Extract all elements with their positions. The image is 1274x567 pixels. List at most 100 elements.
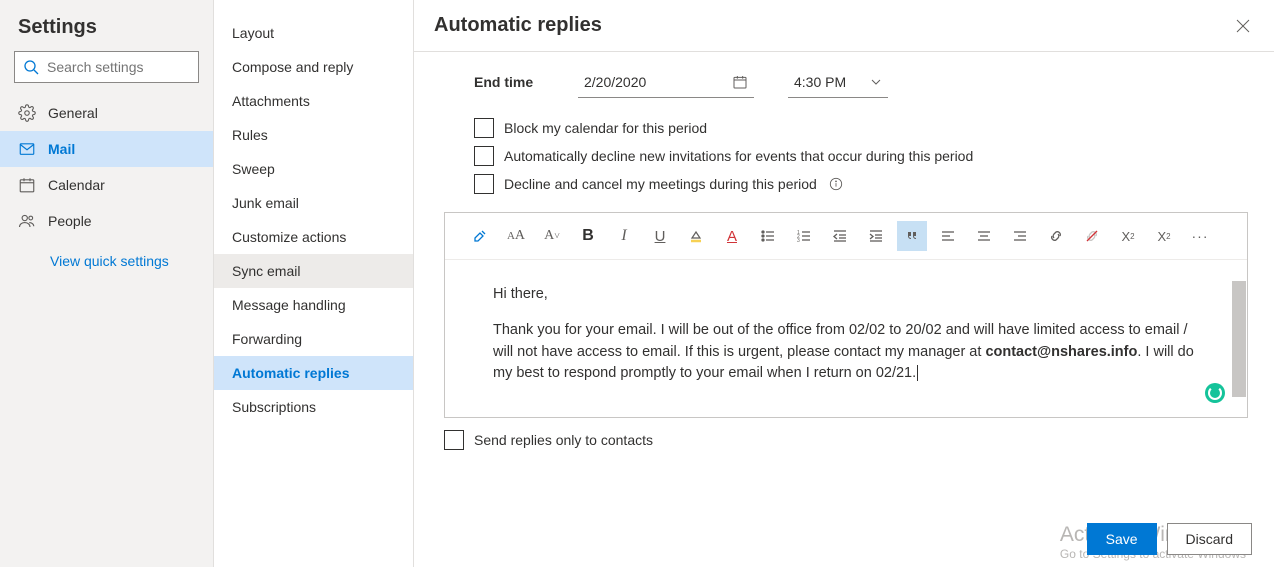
mid-item-compose[interactable]: Compose and reply [214,50,413,84]
link-icon [1048,228,1064,244]
search-settings-input[interactable] [47,59,190,75]
underline-button[interactable]: U [645,221,675,251]
panel-body: End time 2/20/2020 4:30 PM Block my cale… [414,52,1274,567]
align-left-icon [940,228,956,244]
nav-label: Calendar [48,177,105,193]
view-quick-settings-link[interactable]: View quick settings [0,239,213,269]
mid-item-rules[interactable]: Rules [214,118,413,152]
font-color-button[interactable]: A [717,221,747,251]
checkbox-decline-cancel[interactable] [474,174,494,194]
quote-button[interactable] [897,221,927,251]
font-size-decrease-button[interactable]: A˅ [537,221,567,251]
end-time-field[interactable]: 4:30 PM [788,66,888,98]
number-list-button[interactable]: 123 [789,221,819,251]
save-button[interactable]: Save [1087,523,1157,555]
settings-title: Settings [0,10,213,51]
main-panel: Automatic replies End time 2/20/2020 4:3… [414,0,1274,567]
chevron-down-icon [870,76,882,88]
end-time-row: End time 2/20/2020 4:30 PM [474,66,1248,98]
opt-block-calendar: Block my calendar for this period [474,118,1248,138]
calendar-icon [18,176,36,194]
footer-buttons: Save Discard [1087,523,1252,555]
message-email: contact@nshares.info [985,344,1137,360]
search-icon [23,59,39,75]
opt-label: Decline and cancel my meetings during th… [504,176,817,192]
nav-label: People [48,213,92,229]
highlight-button[interactable] [681,221,711,251]
indent-icon [868,228,884,244]
message-body: Thank you for your email. I will be out … [493,320,1199,385]
send-contacts-row: Send replies only to contacts [444,430,1248,450]
panel-title: Automatic replies [434,14,602,37]
nav-general[interactable]: General [0,95,213,131]
discard-button[interactable]: Discard [1167,523,1252,555]
align-right-button[interactable] [1005,221,1035,251]
settings-sidebar: Settings General Mail Calendar People Vi… [0,0,214,567]
unlink-button[interactable] [1077,221,1107,251]
bullet-list-button[interactable] [753,221,783,251]
nav-mail[interactable]: Mail [0,131,213,167]
end-date-field[interactable]: 2/20/2020 [578,66,754,98]
nav-label: Mail [48,141,75,157]
reply-editor: AA A˅ B I U A 123 X2 [444,212,1248,418]
bullet-list-icon [760,228,776,244]
link-button[interactable] [1041,221,1071,251]
editor-body[interactable]: Hi there, Thank you for your email. I wi… [445,260,1247,417]
opt-label: Block my calendar for this period [504,120,707,136]
end-time-label: End time [474,74,544,90]
paint-icon [472,228,488,244]
superscript-button[interactable]: X2 [1113,221,1143,251]
checkbox-contacts-only[interactable] [444,430,464,450]
opt-decline-cancel: Decline and cancel my meetings during th… [474,174,1248,194]
more-options-button[interactable]: ··· [1185,221,1215,251]
scrollbar-thumb[interactable] [1232,281,1246,397]
quote-icon [904,228,920,244]
outdent-button[interactable] [825,221,855,251]
mail-icon [18,140,36,158]
unlink-icon [1084,228,1100,244]
opt-decline-new: Automatically decline new invitations fo… [474,146,1248,166]
grammarly-icon[interactable] [1205,383,1225,403]
checkbox-block-calendar[interactable] [474,118,494,138]
send-contacts-label: Send replies only to contacts [474,432,653,448]
mid-item-sweep[interactable]: Sweep [214,152,413,186]
mid-item-junk[interactable]: Junk email [214,186,413,220]
align-center-icon [976,228,992,244]
outdent-icon [832,228,848,244]
mid-item-subscriptions[interactable]: Subscriptions [214,390,413,424]
font-size-increase-button[interactable]: AA [501,221,531,251]
nav-calendar[interactable]: Calendar [0,167,213,203]
number-list-icon: 123 [796,228,812,244]
mid-item-sync[interactable]: Sync email [214,254,413,288]
mid-item-forwarding[interactable]: Forwarding [214,322,413,356]
mail-settings-list: Layout Compose and reply Attachments Rul… [214,0,414,567]
people-icon [18,212,36,230]
nav-label: General [48,105,98,121]
close-button[interactable] [1236,19,1250,33]
indent-button[interactable] [861,221,891,251]
align-left-button[interactable] [933,221,963,251]
mid-item-layout[interactable]: Layout [214,16,413,50]
editor-toolbar: AA A˅ B I U A 123 X2 [445,213,1247,260]
subscript-button[interactable]: X2 [1149,221,1179,251]
mid-item-customize[interactable]: Customize actions [214,220,413,254]
end-time-value: 4:30 PM [794,74,846,90]
gear-icon [18,104,36,122]
calendar-picker-icon [732,74,748,90]
panel-header: Automatic replies [414,0,1274,52]
highlight-icon [688,228,704,244]
mid-item-attachments[interactable]: Attachments [214,84,413,118]
italic-button[interactable]: I [609,221,639,251]
nav-people[interactable]: People [0,203,213,239]
mid-item-automatic-replies[interactable]: Automatic replies [214,356,413,390]
mid-item-message-handling[interactable]: Message handling [214,288,413,322]
align-center-button[interactable] [969,221,999,251]
message-greeting: Hi there, [493,284,1199,306]
checkbox-decline-new[interactable] [474,146,494,166]
bold-button[interactable]: B [573,221,603,251]
format-painter-button[interactable] [465,221,495,251]
search-settings-box[interactable] [14,51,199,83]
info-icon[interactable] [829,177,843,191]
end-date-value: 2/20/2020 [584,74,646,90]
opt-label: Automatically decline new invitations fo… [504,148,973,164]
